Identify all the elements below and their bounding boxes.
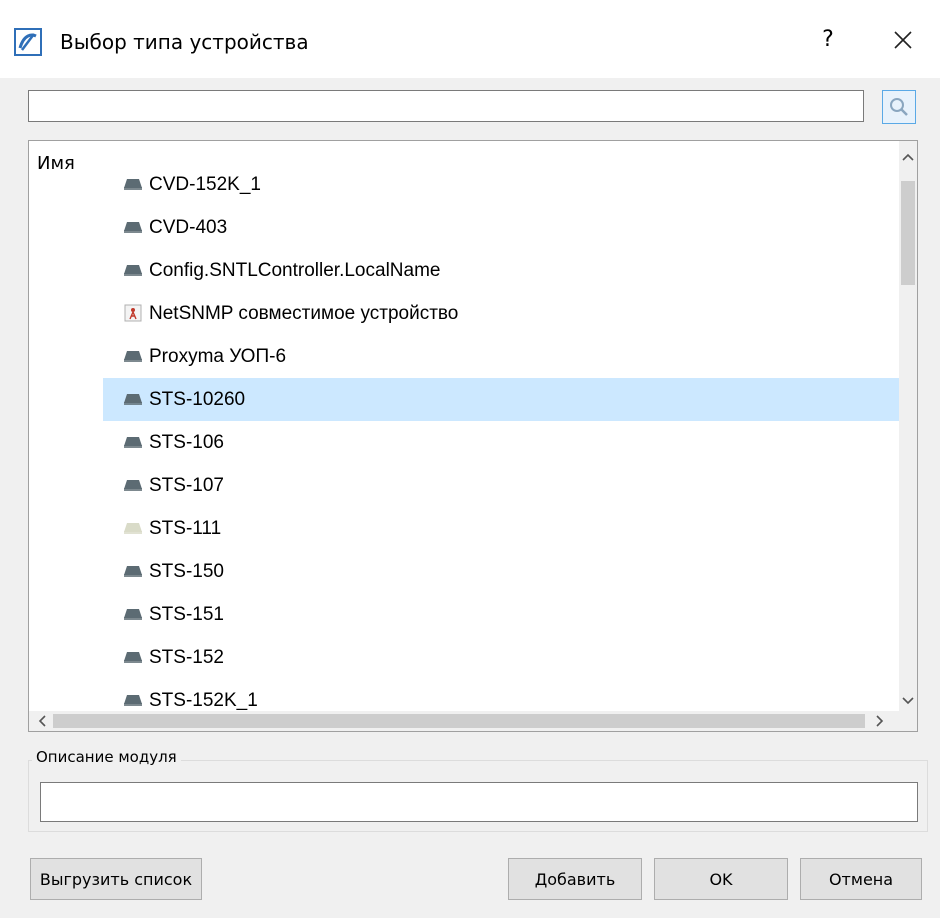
scroll-up-arrow-icon[interactable]	[899, 149, 917, 165]
scroll-down-arrow-icon[interactable]	[899, 693, 917, 709]
module-description-label: Описание модуля	[32, 748, 181, 766]
list-item-label: CVD-152K_1	[149, 174, 261, 195]
app-logo-icon	[14, 28, 42, 56]
list-item[interactable]: STS-152	[103, 636, 899, 679]
list-item[interactable]: STS-107	[103, 464, 899, 507]
list-item[interactable]: CVD-152K_1	[103, 163, 899, 206]
search-input[interactable]	[28, 90, 864, 122]
device-icon	[124, 437, 142, 448]
list-item[interactable]: CVD-403	[103, 206, 899, 249]
device-icon	[124, 566, 142, 577]
close-button[interactable]	[878, 20, 928, 60]
device-type-list[interactable]: Имя CVD-152K_1 CVD-403 Config.SNTLControll…	[28, 140, 918, 732]
title-bar: Выбор типа устройства ?	[0, 0, 940, 78]
cancel-button[interactable]: Отмена	[800, 858, 922, 900]
help-button[interactable]: ?	[810, 24, 846, 56]
horizontal-scroll-thumb[interactable]	[53, 714, 865, 728]
device-list-rows: CVD-152K_1 CVD-403 Config.SNTLController.L…	[29, 163, 899, 722]
horizontal-scrollbar[interactable]	[29, 711, 917, 731]
list-item-label: STS-152	[149, 647, 224, 668]
add-button[interactable]: Добавить	[508, 858, 642, 900]
device-icon	[124, 351, 142, 362]
device-light-icon	[124, 523, 142, 534]
list-item[interactable]: STS-150	[103, 550, 899, 593]
list-item[interactable]: STS-151	[103, 593, 899, 636]
list-item[interactable]: STS-111	[103, 507, 899, 550]
export-list-button[interactable]: Выгрузить список	[30, 858, 202, 900]
list-item-label: NetSNMP совместимое устройство	[149, 303, 459, 324]
list-item-label: CVD-403	[149, 217, 228, 238]
device-icon	[124, 652, 142, 663]
search-button[interactable]	[882, 90, 916, 124]
list-item-label: STS-106	[149, 432, 224, 453]
list-item-label: STS-150	[149, 561, 224, 582]
list-item-label: STS-111	[149, 518, 222, 539]
list-item[interactable]: STS-106	[103, 421, 899, 464]
device-icon	[124, 480, 142, 491]
antenna-icon	[124, 304, 142, 322]
device-icon	[124, 265, 142, 276]
close-icon	[894, 31, 912, 49]
list-item[interactable]: NetSNMP совместимое устройство	[103, 292, 899, 335]
scroll-right-arrow-icon[interactable]	[871, 713, 887, 729]
device-icon	[124, 222, 142, 233]
device-icon	[124, 394, 142, 405]
search-icon	[890, 98, 908, 116]
module-description-field[interactable]	[40, 782, 918, 822]
window-title: Выбор типа устройства	[60, 30, 309, 54]
list-item-label: STS-10260	[149, 389, 246, 410]
device-icon	[124, 695, 142, 706]
list-item-label: Proxyma УОП-6	[149, 346, 287, 367]
list-item[interactable]: Proxyma УОП-6	[103, 335, 899, 378]
list-item[interactable]: STS-10260	[103, 378, 899, 421]
list-item-label: STS-151	[149, 604, 224, 625]
list-item[interactable]: Config.SNTLController.LocalName	[103, 249, 899, 292]
vertical-scrollbar[interactable]	[899, 141, 917, 711]
list-item-label: STS-107	[149, 475, 224, 496]
list-item-label: Config.SNTLController.LocalName	[149, 260, 441, 281]
ok-button[interactable]: OK	[654, 858, 788, 900]
device-icon	[124, 179, 142, 190]
scroll-left-arrow-icon[interactable]	[35, 713, 51, 729]
vertical-scroll-thumb[interactable]	[901, 181, 915, 285]
device-icon	[124, 609, 142, 620]
